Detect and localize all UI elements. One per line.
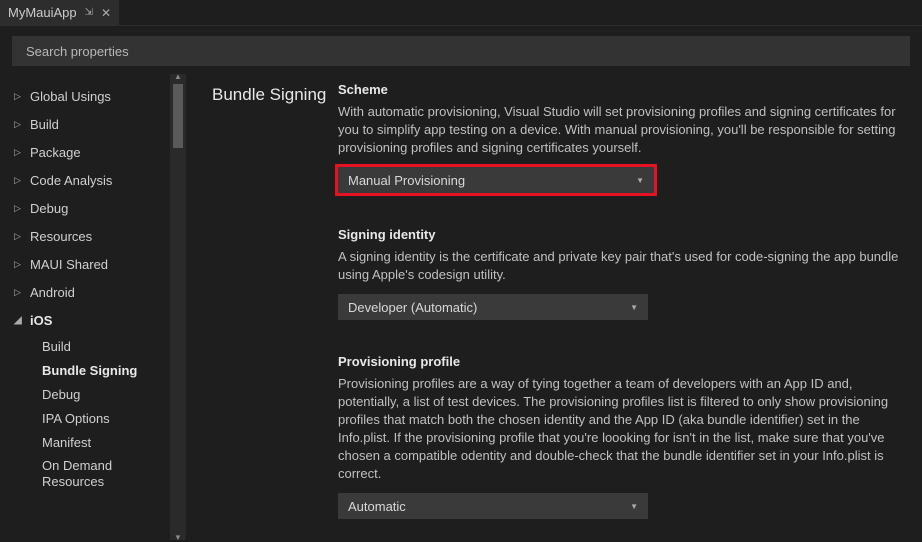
chevron-right-icon: ▷: [14, 259, 24, 270]
main-area: ▷ Global Usings ▷ Build ▷ Package ▷ Code…: [0, 74, 922, 540]
sidebar-item-android[interactable]: ▷ Android: [14, 278, 186, 306]
settings-panel: Scheme With automatic provisioning, Visu…: [330, 82, 912, 540]
chevron-down-icon: ▼: [630, 502, 638, 511]
tab-bar: MyMauiApp ⇲ ✕: [0, 0, 922, 26]
sidebar-item-label: Android: [30, 285, 75, 300]
signing-identity-dropdown[interactable]: Developer (Automatic) ▼: [338, 294, 648, 320]
setting-scheme: Scheme With automatic provisioning, Visu…: [338, 82, 912, 193]
sidebar-item-maui-shared[interactable]: ▷ MAUI Shared: [14, 250, 186, 278]
sidebar-item-label: Build: [30, 117, 59, 132]
sidebar-scrollbar[interactable]: ▲ ▼: [170, 74, 186, 540]
sidebar-sub-debug[interactable]: Debug: [14, 382, 186, 406]
sidebar-item-label: Code Analysis: [30, 173, 112, 188]
sidebar-item-ios[interactable]: ◢ iOS: [14, 306, 186, 334]
dropdown-value: Automatic: [348, 499, 406, 514]
sidebar-item-label: iOS: [30, 313, 52, 328]
close-icon[interactable]: ✕: [101, 6, 111, 20]
setting-label: Signing identity: [338, 227, 912, 242]
chevron-right-icon: ▷: [14, 231, 24, 242]
chevron-down-icon: ▼: [630, 303, 638, 312]
chevron-right-icon: ▷: [14, 91, 24, 102]
sidebar-sub-label: Build: [42, 339, 71, 354]
setting-provisioning-profile: Provisioning profile Provisioning profil…: [338, 354, 912, 519]
sidebar-sub-manifest[interactable]: Manifest: [14, 430, 186, 454]
sidebar-sub-build[interactable]: Build: [14, 334, 186, 358]
sidebar-item-label: MAUI Shared: [30, 257, 108, 272]
sidebar-item-code-analysis[interactable]: ▷ Code Analysis: [14, 166, 186, 194]
sidebar-item-label: Global Usings: [30, 89, 111, 104]
setting-description: A signing identity is the certificate an…: [338, 248, 912, 284]
sidebar-item-label: Package: [30, 145, 81, 160]
sidebar-sub-on-demand-resources[interactable]: On Demand Resources: [14, 454, 154, 494]
setting-description: With automatic provisioning, Visual Stud…: [338, 103, 912, 157]
setting-description: Provisioning profiles are a way of tying…: [338, 375, 912, 483]
chevron-right-icon: ▷: [14, 287, 24, 298]
setting-signing-identity: Signing identity A signing identity is t…: [338, 227, 912, 320]
chevron-down-icon: ◢: [14, 315, 24, 326]
scroll-up-icon: ▲: [174, 72, 182, 81]
search-input[interactable]: Search properties: [12, 36, 910, 66]
section-title: Bundle Signing: [212, 82, 330, 540]
sidebar-sub-label: IPA Options: [42, 411, 110, 426]
sidebar-item-label: Resources: [30, 229, 92, 244]
chevron-right-icon: ▷: [14, 203, 24, 214]
scroll-down-icon: ▼: [174, 533, 182, 542]
scrollbar-thumb[interactable]: [173, 84, 183, 148]
provisioning-profile-dropdown[interactable]: Automatic ▼: [338, 493, 648, 519]
sidebar-item-global-usings[interactable]: ▷ Global Usings: [14, 82, 186, 110]
chevron-right-icon: ▷: [14, 175, 24, 186]
setting-label: Scheme: [338, 82, 912, 97]
content-area: Bundle Signing Scheme With automatic pro…: [186, 74, 922, 540]
tab-title: MyMauiApp: [8, 5, 77, 20]
sidebar: ▷ Global Usings ▷ Build ▷ Package ▷ Code…: [0, 74, 186, 540]
sidebar-sub-label: Debug: [42, 387, 80, 402]
sidebar-item-build[interactable]: ▷ Build: [14, 110, 186, 138]
tab-mymauiapp[interactable]: MyMauiApp ⇲ ✕: [0, 0, 119, 26]
chevron-right-icon: ▷: [14, 119, 24, 130]
chevron-right-icon: ▷: [14, 147, 24, 158]
sidebar-sub-ipa-options[interactable]: IPA Options: [14, 406, 186, 430]
sidebar-item-label: Debug: [30, 201, 68, 216]
sidebar-item-package[interactable]: ▷ Package: [14, 138, 186, 166]
sidebar-sub-label: Bundle Signing: [42, 363, 137, 378]
dropdown-value: Manual Provisioning: [348, 173, 465, 188]
sidebar-sub-label: On Demand Resources: [42, 458, 154, 490]
pin-icon[interactable]: ⇲: [85, 7, 93, 18]
sidebar-sub-bundle-signing[interactable]: Bundle Signing: [14, 358, 186, 382]
sidebar-item-resources[interactable]: ▷ Resources: [14, 222, 186, 250]
scheme-dropdown[interactable]: Manual Provisioning ▼: [338, 167, 654, 193]
search-placeholder: Search properties: [26, 44, 129, 59]
chevron-down-icon: ▼: [636, 176, 644, 185]
dropdown-value: Developer (Automatic): [348, 300, 477, 315]
sidebar-item-debug[interactable]: ▷ Debug: [14, 194, 186, 222]
sidebar-sub-label: Manifest: [42, 435, 91, 450]
setting-label: Provisioning profile: [338, 354, 912, 369]
